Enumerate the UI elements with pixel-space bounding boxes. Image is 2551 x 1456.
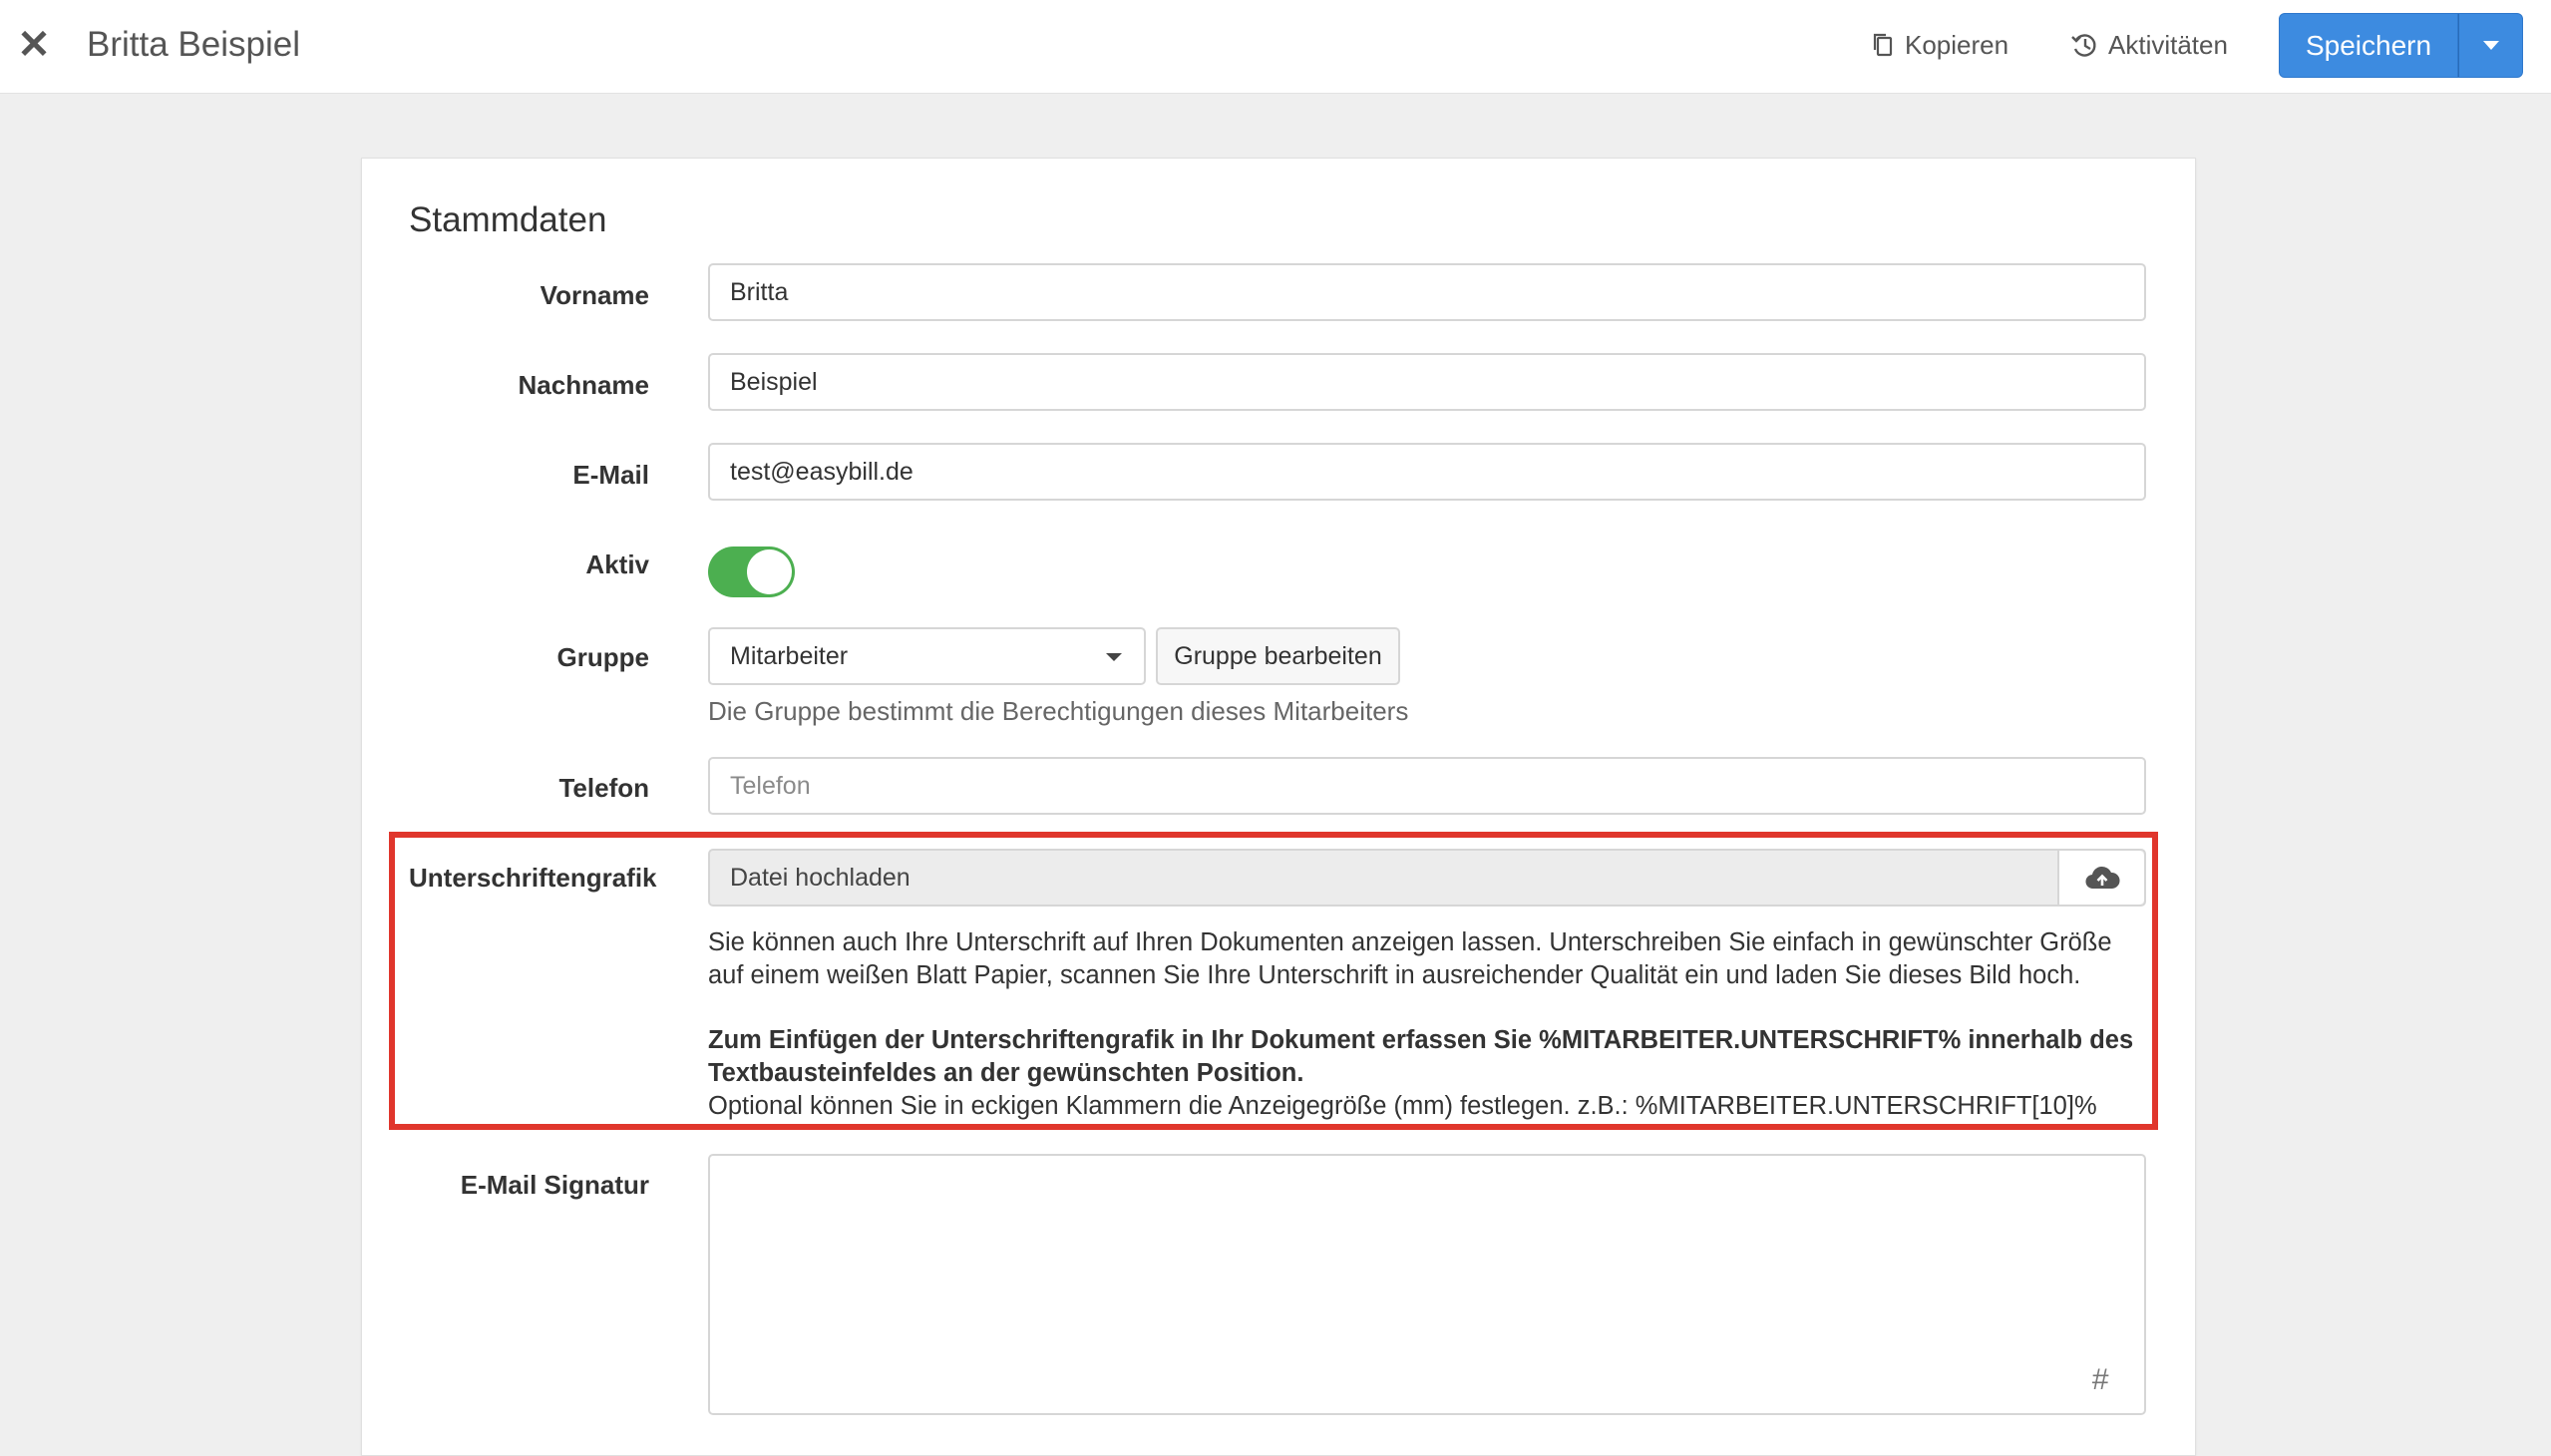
- last-name-label: Nachname: [518, 370, 650, 400]
- copy-label: Kopieren: [1905, 30, 2009, 60]
- save-button[interactable]: Speichern: [2279, 13, 2458, 78]
- signature-info: Sie können auch Ihre Unterschrift auf Ih…: [708, 926, 2149, 1123]
- signature-info-optional: Optional können Sie in eckigen Klammern …: [708, 1092, 2097, 1120]
- group-selected-value: Mitarbeiter: [730, 642, 849, 670]
- email-input[interactable]: test@easybill.de: [708, 443, 2146, 501]
- save-button-group: Speichern: [2279, 13, 2523, 78]
- section-title: Stammdaten: [409, 200, 607, 239]
- email-signature-textarea[interactable]: #: [708, 1154, 2146, 1415]
- active-toggle[interactable]: [708, 546, 795, 597]
- email-signature-label: E-Mail Signatur: [460, 1170, 649, 1200]
- first-name-input[interactable]: Britta: [708, 263, 2146, 321]
- hash-icon[interactable]: #: [2091, 1363, 2108, 1397]
- signature-info-text: Sie können auch Ihre Unterschrift auf Ih…: [708, 928, 2112, 989]
- active-label: Aktiv: [585, 549, 649, 579]
- toggle-knob: [747, 549, 792, 594]
- edit-group-button[interactable]: Gruppe bearbeiten: [1156, 627, 1400, 685]
- phone-label: Telefon: [558, 773, 649, 803]
- last-name-input[interactable]: Beispiel: [708, 353, 2146, 411]
- group-help-text: Die Gruppe bestimmt die Berechtigungen d…: [708, 696, 1409, 726]
- signature-upload-field[interactable]: Datei hochladen: [708, 849, 2146, 907]
- group-label: Gruppe: [556, 642, 649, 672]
- first-name-label: Vorname: [540, 280, 649, 310]
- chevron-down-icon: [2482, 41, 2499, 50]
- signature-graphic-label: Unterschriftengrafik: [409, 863, 657, 893]
- copy-button[interactable]: Kopieren: [1871, 26, 2008, 64]
- history-icon: [2071, 34, 2096, 57]
- upload-text: Datei hochladen: [730, 864, 911, 892]
- activities-button[interactable]: Aktivitäten: [2070, 26, 2228, 64]
- phone-input[interactable]: Telefon: [708, 757, 2146, 815]
- save-options-button[interactable]: [2458, 13, 2523, 78]
- master-data-panel: Stammdaten Vorname Britta Nachname Beisp…: [361, 158, 2196, 1456]
- activities-label: Aktivitäten: [2108, 30, 2228, 60]
- email-label: E-Mail: [572, 460, 649, 490]
- chevron-down-icon: [1106, 653, 1122, 661]
- close-icon[interactable]: ✕: [16, 22, 52, 68]
- group-select[interactable]: Mitarbeiter: [708, 627, 1146, 685]
- cloud-upload-icon: [2084, 866, 2120, 890]
- copy-icon: [1873, 33, 1893, 57]
- top-bar: ✕ Britta Beispiel Kopieren Aktivitäten S…: [0, 0, 2551, 94]
- signature-info-bold: Zum Einfügen der Unterschriftengrafik in…: [708, 1026, 2134, 1087]
- page-title: Britta Beispiel: [87, 25, 300, 64]
- upload-button[interactable]: [2057, 851, 2144, 905]
